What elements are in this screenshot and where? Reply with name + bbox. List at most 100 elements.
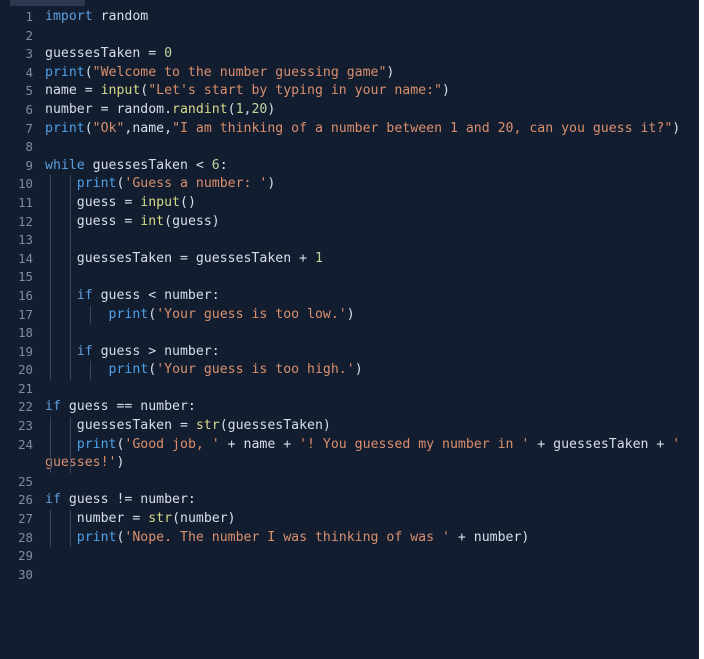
code-line[interactable]: 9 while guessesTaken < 6: bbox=[0, 157, 699, 176]
line-content[interactable] bbox=[33, 231, 699, 250]
line-content[interactable] bbox=[33, 473, 699, 492]
indent-guide bbox=[90, 305, 91, 325]
code-token-fn: print bbox=[108, 362, 149, 378]
code-token-pl: () bbox=[180, 194, 196, 210]
code-token-pl: (guessesTaken) bbox=[219, 418, 331, 434]
line-content[interactable]: guessesTaken = str(guessesTaken) bbox=[33, 417, 699, 436]
code-line[interactable]: 8 bbox=[0, 138, 699, 157]
code-line[interactable]: 25 bbox=[0, 473, 699, 492]
line-content[interactable] bbox=[33, 138, 699, 157]
line-number: 28 bbox=[18, 529, 33, 545]
indent-guide bbox=[50, 212, 51, 232]
code-line[interactable]: 23 guessesTaken = str(guessesTaken) bbox=[0, 417, 699, 436]
line-number: 20 bbox=[18, 362, 33, 378]
code-line[interactable]: 3 guessesTaken = 0 bbox=[0, 45, 699, 64]
line-content[interactable] bbox=[33, 380, 699, 399]
line-content[interactable]: print('Nope. The number I was thinking o… bbox=[33, 528, 699, 548]
line-number: 16 bbox=[18, 287, 33, 303]
code-line[interactable]: 14 guessesTaken = guessesTaken + 1 bbox=[0, 249, 699, 269]
line-content[interactable]: number = str(number) bbox=[33, 510, 699, 529]
code-line[interactable]: 30 bbox=[0, 566, 699, 585]
code-token-str: "Ok" bbox=[92, 120, 125, 136]
line-content[interactable]: guess = int(guess) bbox=[33, 212, 699, 232]
code-editor[interactable]: 1 import random 2 3 guessesTaken = 0 4 print(… bbox=[0, 0, 699, 659]
line-content[interactable]: print('Guess a number: ') bbox=[33, 175, 699, 194]
indent-guide bbox=[70, 193, 71, 213]
code-token-str: 'Nope. The number I was thinking of was … bbox=[124, 529, 450, 545]
line-content[interactable] bbox=[33, 27, 699, 46]
code-line[interactable]: 19 if guess > number: bbox=[0, 342, 699, 362]
code-line[interactable]: 5 name = input("Let's start by typing in … bbox=[0, 82, 699, 101]
line-number: 22 bbox=[18, 399, 33, 415]
line-content[interactable]: print('Your guess is too low.') bbox=[33, 305, 699, 325]
code-line[interactable]: 10 print('Guess a number: ') bbox=[0, 175, 699, 194]
line-content[interactable]: guess = input() bbox=[33, 193, 699, 213]
code-token-bi: input bbox=[100, 83, 141, 99]
line-number: 2 bbox=[25, 27, 33, 43]
code-token-kw: while bbox=[45, 157, 85, 173]
line-content[interactable]: guessesTaken = guessesTaken + 1 bbox=[33, 249, 699, 269]
line-content[interactable]: if guess != number: bbox=[33, 491, 699, 510]
line-content[interactable]: print("Welcome to the number guessing ga… bbox=[33, 64, 699, 83]
indent-guide bbox=[50, 528, 51, 548]
editor-tab-strip bbox=[10, 0, 85, 6]
code-line[interactable]: 2 bbox=[0, 27, 699, 46]
line-content[interactable]: name = input("Let's start by typing in y… bbox=[33, 82, 699, 101]
code-line[interactable]: 15 bbox=[0, 268, 699, 287]
code-token-str: "Welcome to the number guessing game" bbox=[92, 64, 387, 80]
code-token-pl: number = random. bbox=[45, 101, 173, 117]
code-line[interactable]: 20 print('Your guess is too high.') bbox=[0, 361, 699, 380]
line-number: 9 bbox=[25, 157, 33, 173]
code-line[interactable]: 16 if guess < number: bbox=[0, 286, 699, 306]
code-line[interactable]: 4 print("Welcome to the number guessing g… bbox=[0, 64, 699, 83]
line-content[interactable] bbox=[33, 268, 699, 287]
line-content[interactable]: if guess < number: bbox=[33, 286, 699, 306]
line-content[interactable]: import random bbox=[33, 8, 699, 27]
code-line[interactable]: 24 print('Good job, ' + name + '! You gu… bbox=[0, 435, 699, 473]
code-line[interactable]: 13 bbox=[0, 231, 699, 250]
line-content[interactable]: guessesTaken = 0 bbox=[33, 45, 699, 64]
line-number: 13 bbox=[18, 232, 33, 248]
code-line[interactable]: 18 bbox=[0, 324, 699, 343]
code-token-num: 1 bbox=[314, 250, 323, 266]
line-content[interactable]: print('Good job, ' + name + '! You guess… bbox=[33, 435, 699, 473]
code-token-pl: ,name, bbox=[124, 120, 173, 136]
line-content[interactable]: while guessesTaken < 6: bbox=[33, 157, 699, 176]
line-number: 7 bbox=[25, 120, 33, 136]
line-number: 1 bbox=[25, 9, 33, 24]
line-number: 30 bbox=[18, 566, 33, 582]
indent-guide bbox=[50, 268, 51, 287]
code-token-pl: number = bbox=[45, 511, 149, 527]
code-line[interactable]: 7 print("Ok",name,"I am thinking of a num… bbox=[0, 120, 699, 139]
line-content[interactable] bbox=[33, 324, 699, 343]
code-token-num: 0 bbox=[164, 46, 173, 62]
line-content[interactable] bbox=[33, 547, 699, 566]
code-line[interactable]: 28 print('Nope. The number I was thinkin… bbox=[0, 528, 699, 548]
code-line[interactable]: 1 import random bbox=[0, 8, 699, 27]
line-number: 23 bbox=[18, 418, 33, 434]
code-token-pl: guess = bbox=[45, 194, 141, 210]
code-line[interactable]: 21 bbox=[0, 380, 699, 399]
code-token-fn: print bbox=[76, 176, 117, 192]
line-content[interactable]: print("Ok",name,"I am thinking of a numb… bbox=[33, 120, 699, 139]
code-line[interactable]: 6 number = random.randint(1,20) bbox=[0, 101, 699, 120]
code-line[interactable]: 27 number = str(number) bbox=[0, 510, 699, 529]
code-token-kw: import bbox=[45, 9, 93, 24]
code-token-fn: print bbox=[108, 306, 149, 322]
indent-guide bbox=[70, 286, 71, 306]
code-line[interactable]: 26 if guess != number: bbox=[0, 491, 699, 510]
code-line[interactable]: 11 guess = input() bbox=[0, 193, 699, 213]
indent-guide bbox=[50, 175, 51, 194]
line-content[interactable]: if guess > number: bbox=[33, 342, 699, 362]
line-content[interactable]: number = random.randint(1,20) bbox=[33, 101, 699, 120]
code-line[interactable]: 17 print('Your guess is too low.') bbox=[0, 305, 699, 325]
code-content-area[interactable]: 1 import random 2 3 guessesTaken = 0 4 print(… bbox=[0, 8, 699, 659]
code-line[interactable]: 29 bbox=[0, 547, 699, 566]
code-line[interactable]: 12 guess = int(guess) bbox=[0, 212, 699, 232]
line-content[interactable]: print('Your guess is too high.') bbox=[33, 361, 699, 380]
indent-guide bbox=[70, 342, 71, 362]
code-line[interactable]: 22 if guess == number: bbox=[0, 398, 699, 417]
line-content[interactable] bbox=[33, 566, 699, 585]
line-content[interactable]: if guess == number: bbox=[33, 398, 699, 417]
